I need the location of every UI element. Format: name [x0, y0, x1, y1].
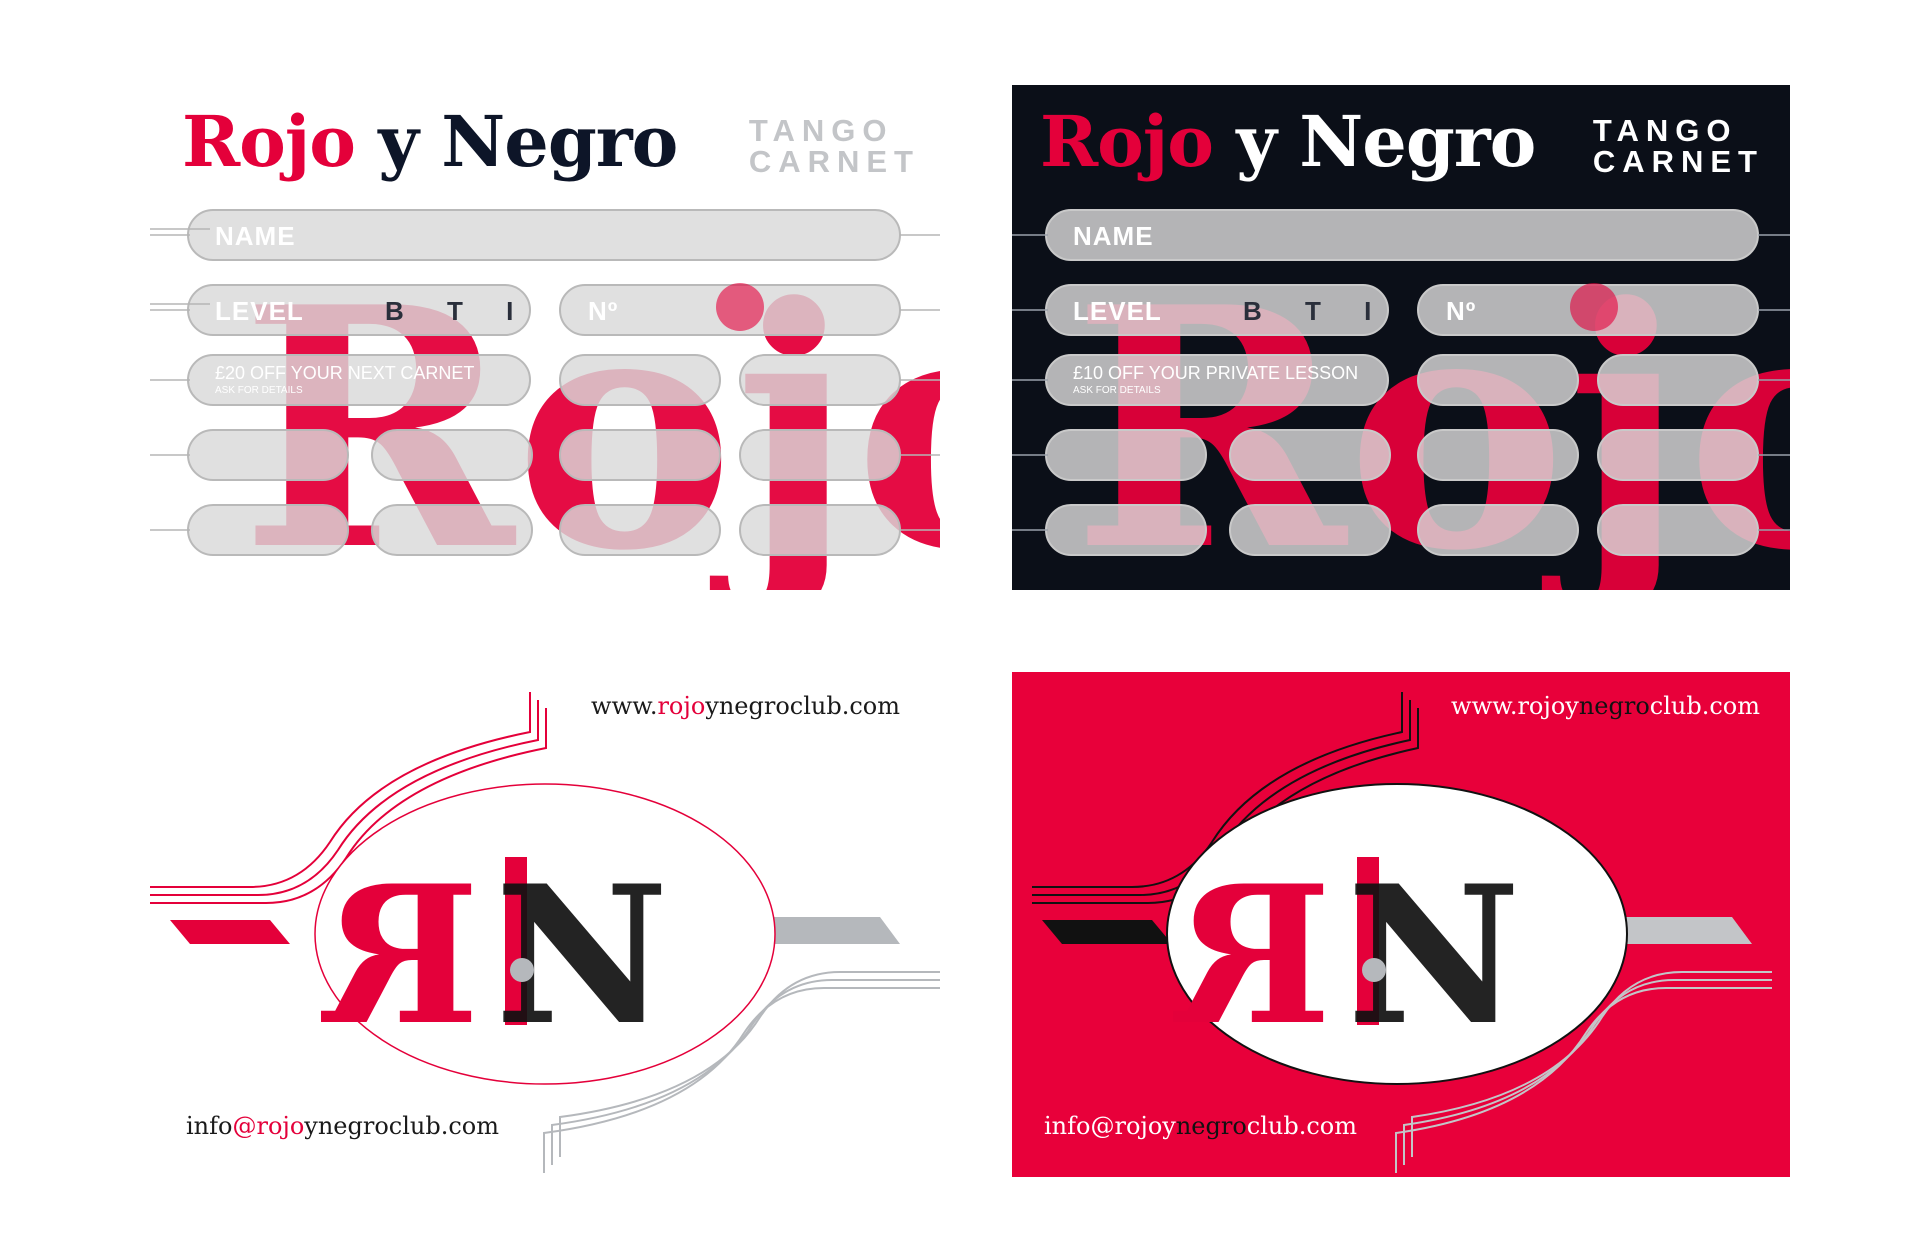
stamp-slot — [1229, 429, 1391, 481]
dot-ornament — [1570, 283, 1618, 331]
email-address[interactable]: info@rojoynegroclub.com — [186, 1112, 499, 1140]
info-card-light: R N www.rojoynegroclub.com info@rojoyneg… — [150, 672, 940, 1177]
tango-carnet-title: TANGO CARNET — [1593, 115, 1764, 177]
brand-rojo: Rojo — [182, 100, 356, 183]
info-red-graphics: R N — [1032, 692, 1772, 1173]
stamp-slot — [1417, 429, 1579, 481]
grey-band — [770, 917, 900, 944]
level-options: B T I — [1243, 296, 1390, 326]
carnet-card-dark: Rojo Rojo y Negro TANGO CARNET NAM — [1012, 85, 1790, 590]
brand-y-negro: y Negro — [1212, 100, 1536, 183]
svg-text:N: N — [1347, 844, 1521, 1067]
dot-ornament — [716, 283, 764, 331]
number-label: Nº — [1446, 296, 1477, 326]
svg-text:N: N — [495, 844, 669, 1067]
offer-text: £20 OFF YOUR NEXT CARNET — [215, 363, 475, 383]
info-card-red: R N www.rojoynegroclub.com info@rojoyneg… — [1012, 672, 1790, 1177]
stamp-slot — [1045, 504, 1207, 556]
rn-monogram: R N — [1172, 844, 1521, 1067]
brand-logo: Rojo y Negro — [1040, 107, 1536, 177]
website-url[interactable]: www.rojoynegroclub.com — [591, 692, 900, 720]
tango-word: TANGO — [748, 113, 894, 148]
tango-word: TANGO — [1592, 113, 1738, 148]
stamp-slot — [559, 354, 721, 406]
black-band — [1042, 920, 1172, 944]
stamp-slot — [371, 429, 533, 481]
stamp-slot — [187, 504, 349, 556]
stamp-slot — [187, 429, 349, 481]
brand-y-negro: y Negro — [354, 100, 678, 183]
stamp-slot — [371, 504, 533, 556]
stamp-slot — [739, 504, 901, 556]
stamp-slot — [559, 504, 721, 556]
stamp-slot — [1597, 354, 1759, 406]
ask-text: ASK FOR DETAILS — [1073, 385, 1161, 396]
offer-text: £10 OFF YOUR PRIVATE LESSON — [1073, 363, 1359, 383]
stamp-slot — [1229, 504, 1391, 556]
red-band — [170, 920, 290, 944]
grey-band — [1612, 917, 1752, 944]
ask-text: ASK FOR DETAILS — [215, 385, 303, 396]
name-label: NAME — [215, 221, 296, 251]
carnet-word: CARNET — [1592, 144, 1764, 179]
level-label: LEVEL — [1073, 296, 1162, 326]
brand-rojo: Rojo — [1040, 100, 1214, 183]
stamp-slot — [559, 429, 721, 481]
stamp-slot — [1597, 429, 1759, 481]
stamp-slot — [1045, 429, 1207, 481]
carnet-word: CARNET — [748, 144, 920, 179]
stamp-slot — [739, 429, 901, 481]
name-label: NAME — [1073, 221, 1154, 251]
stamp-slot — [1417, 504, 1579, 556]
stamp-slot — [1417, 354, 1579, 406]
tango-carnet-title: TANGO CARNET — [749, 115, 920, 177]
number-label: Nº — [588, 296, 619, 326]
info-light-graphics: R N — [150, 692, 940, 1173]
level-label: LEVEL — [215, 296, 304, 326]
svg-text:R: R — [1172, 844, 1332, 1067]
brand-logo: Rojo y Negro — [182, 107, 678, 177]
website-url[interactable]: www.rojoynegroclub.com — [1451, 692, 1760, 720]
stamp-slot — [739, 354, 901, 406]
level-options: B T I — [385, 296, 532, 326]
rn-monogram: R N — [320, 844, 669, 1067]
email-address[interactable]: info@rojoynegroclub.com — [1044, 1112, 1357, 1140]
svg-text:R: R — [320, 844, 480, 1067]
carnet-card-light: Rojo Rojo y Negro TANGO — [150, 85, 940, 590]
stamp-slot — [1597, 504, 1759, 556]
